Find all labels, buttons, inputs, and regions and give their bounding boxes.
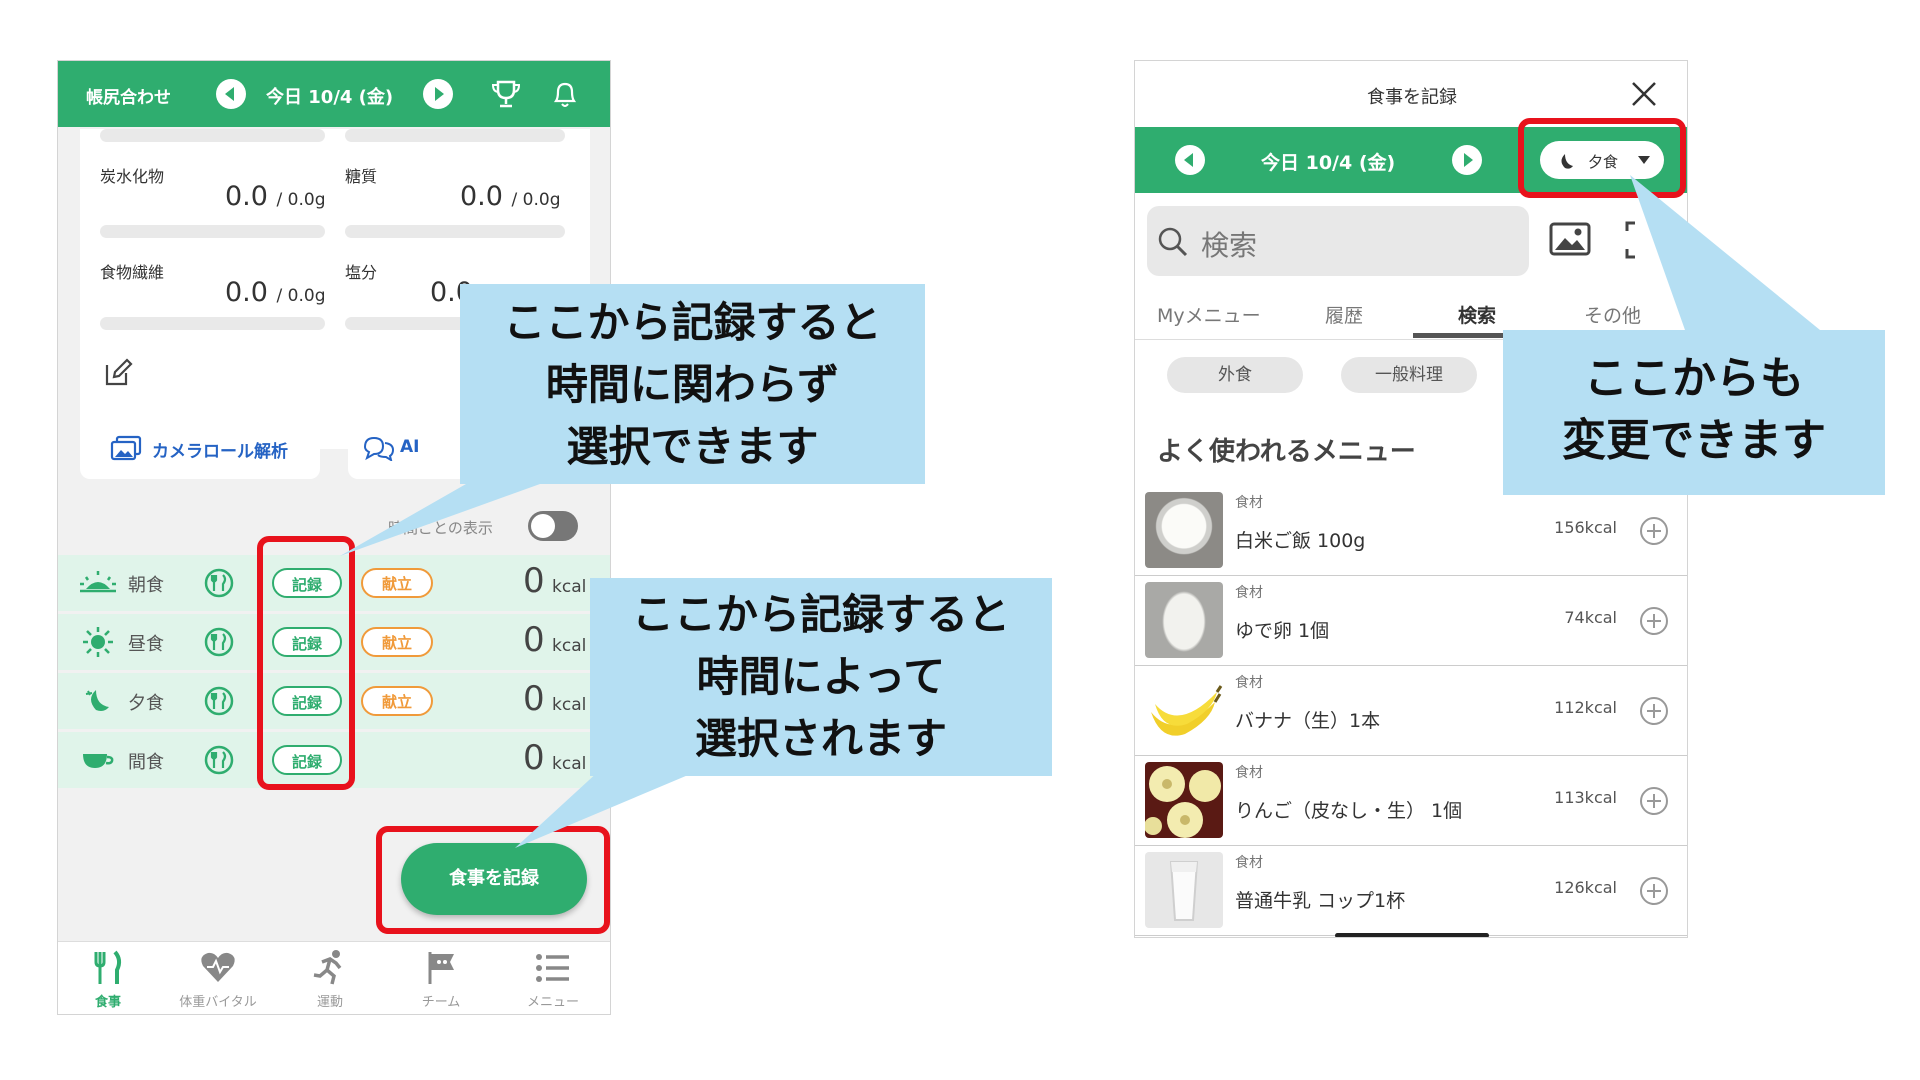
callout-by-time: ここから記録すると 時間によって 選択されます <box>590 578 1052 776</box>
callout-any-time: ここから記録すると 時間に関わらず 選択できます <box>460 284 925 484</box>
callout-change: ここからも 変更できます <box>1503 330 1885 495</box>
callout-pointers <box>340 175 1820 848</box>
